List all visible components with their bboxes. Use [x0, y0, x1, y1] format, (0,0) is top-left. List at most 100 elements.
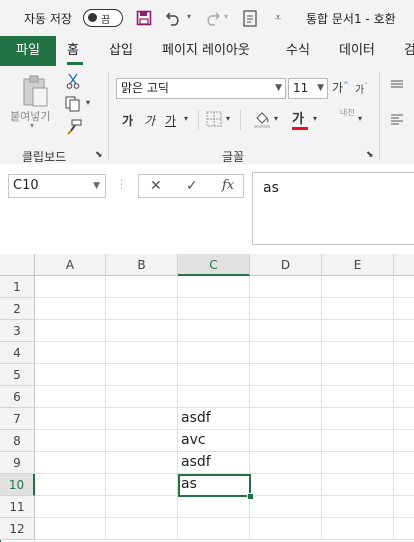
- cell-d5[interactable]: [250, 364, 322, 386]
- phonetic-dropdown-icon[interactable]: ▾: [358, 114, 362, 123]
- cell-d10[interactable]: [250, 474, 322, 496]
- format-painter-icon[interactable]: [66, 119, 82, 138]
- undo-icon[interactable]: [162, 7, 186, 29]
- cell-b10[interactable]: [106, 474, 178, 496]
- cell-a5[interactable]: [35, 364, 106, 386]
- cell-a3[interactable]: [35, 320, 106, 342]
- name-box[interactable]: C10 ▼: [8, 174, 106, 198]
- row-header-2[interactable]: 2: [0, 298, 35, 320]
- cell-partial[interactable]: [394, 386, 414, 408]
- formula-input[interactable]: as: [252, 172, 414, 245]
- cell-d1[interactable]: [250, 276, 322, 298]
- row-header-4[interactable]: 4: [0, 342, 35, 364]
- select-all-corner[interactable]: [0, 254, 35, 276]
- font-color-button[interactable]: 가: [292, 108, 308, 130]
- cut-icon[interactable]: [66, 73, 80, 92]
- align-top-icon[interactable]: [390, 80, 404, 95]
- row-header-3[interactable]: 3: [0, 320, 35, 342]
- borders-dropdown-icon[interactable]: ▾: [226, 114, 230, 123]
- clipboard-check-icon[interactable]: [240, 7, 260, 29]
- cell-partial[interactable]: [394, 496, 414, 518]
- font-size-select[interactable]: 11 ▼: [288, 78, 328, 99]
- cell-d7[interactable]: [250, 408, 322, 430]
- cell-b5[interactable]: [106, 364, 178, 386]
- copy-icon[interactable]: [65, 96, 81, 115]
- cell-partial[interactable]: [394, 364, 414, 386]
- tab-insert[interactable]: 삽입: [109, 36, 133, 66]
- borders-icon[interactable]: [206, 111, 222, 130]
- shrink-font-button[interactable]: 가ˇ: [355, 81, 368, 96]
- cell-partial[interactable]: [394, 518, 414, 540]
- save-icon[interactable]: [134, 7, 154, 29]
- cell-partial[interactable]: [394, 342, 414, 364]
- cell-e12[interactable]: [322, 518, 394, 540]
- cell-d11[interactable]: [250, 496, 322, 518]
- cell-b9[interactable]: [106, 452, 178, 474]
- paste-icon[interactable]: [20, 74, 50, 111]
- column-header-partial[interactable]: [394, 254, 414, 276]
- cell-d9[interactable]: [250, 452, 322, 474]
- cell-e1[interactable]: [322, 276, 394, 298]
- cell-partial[interactable]: [394, 452, 414, 474]
- cell-a2[interactable]: [35, 298, 106, 320]
- column-header-a[interactable]: A: [35, 254, 106, 276]
- cell-e9[interactable]: [322, 452, 394, 474]
- cell-b2[interactable]: [106, 298, 178, 320]
- cell-a11[interactable]: [35, 496, 106, 518]
- cell-c6[interactable]: [178, 386, 250, 408]
- column-header-b[interactable]: B: [106, 254, 178, 276]
- cell-b3[interactable]: [106, 320, 178, 342]
- cell-b11[interactable]: [106, 496, 178, 518]
- cell-c5[interactable]: [178, 364, 250, 386]
- cell-c2[interactable]: [178, 298, 250, 320]
- underline-button[interactable]: 가: [165, 112, 176, 129]
- customize-qat-icon[interactable]: ⩡: [270, 7, 286, 29]
- cell-b8[interactable]: [106, 430, 178, 452]
- cell-partial[interactable]: [394, 430, 414, 452]
- row-header-5[interactable]: 5: [0, 364, 35, 386]
- redo-dropdown-icon[interactable]: ▾: [224, 12, 228, 21]
- fill-dropdown-icon[interactable]: ▾: [274, 114, 278, 123]
- cell-partial[interactable]: [394, 474, 414, 496]
- tab-file[interactable]: 파일: [0, 36, 56, 66]
- cell-e7[interactable]: [322, 408, 394, 430]
- cell-b7[interactable]: [106, 408, 178, 430]
- cell-c4[interactable]: [178, 342, 250, 364]
- cell-b1[interactable]: [106, 276, 178, 298]
- cell-partial[interactable]: [394, 276, 414, 298]
- column-header-c[interactable]: C: [178, 254, 250, 276]
- autosave-toggle[interactable]: 끔: [83, 9, 123, 27]
- font-color-dropdown-icon[interactable]: ▾: [313, 114, 317, 123]
- redo-icon[interactable]: [200, 7, 224, 29]
- cell-c1[interactable]: [178, 276, 250, 298]
- tab-page-layout[interactable]: 페이지 레이아웃: [162, 36, 250, 66]
- cell-c8[interactable]: avc: [178, 430, 250, 452]
- cell-a4[interactable]: [35, 342, 106, 364]
- paste-dropdown-icon[interactable]: ▾: [30, 121, 34, 130]
- cell-e10[interactable]: [322, 474, 394, 496]
- cell-a12[interactable]: [35, 518, 106, 540]
- cell-a6[interactable]: [35, 386, 106, 408]
- cell-d8[interactable]: [250, 430, 322, 452]
- cell-e6[interactable]: [322, 386, 394, 408]
- row-header-7[interactable]: 7: [0, 408, 35, 430]
- row-header-11[interactable]: 11: [0, 496, 35, 518]
- italic-button[interactable]: 가: [144, 112, 155, 129]
- cell-c12[interactable]: [178, 518, 250, 540]
- cell-a1[interactable]: [35, 276, 106, 298]
- cell-d12[interactable]: [250, 518, 322, 540]
- cell-e3[interactable]: [322, 320, 394, 342]
- cell-e11[interactable]: [322, 496, 394, 518]
- cell-c11[interactable]: [178, 496, 250, 518]
- cell-a9[interactable]: [35, 452, 106, 474]
- underline-dropdown-icon[interactable]: ▾: [184, 114, 188, 123]
- cell-c3[interactable]: [178, 320, 250, 342]
- fill-handle[interactable]: [247, 493, 254, 500]
- tab-data[interactable]: 데이터: [339, 36, 375, 66]
- cell-a7[interactable]: [35, 408, 106, 430]
- cell-b4[interactable]: [106, 342, 178, 364]
- insert-function-icon[interactable]: fx: [222, 178, 234, 193]
- grow-font-button[interactable]: 가^: [332, 79, 349, 96]
- align-left-icon[interactable]: [390, 114, 404, 129]
- cell-d2[interactable]: [250, 298, 322, 320]
